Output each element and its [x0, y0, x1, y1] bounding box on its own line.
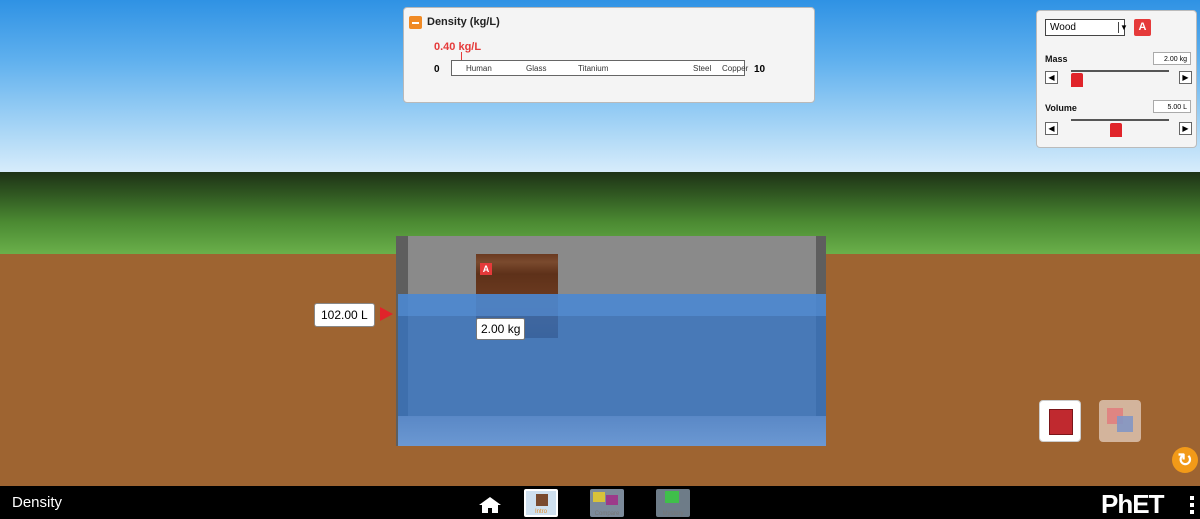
marker-glass: Glass	[526, 64, 547, 73]
sim-scene: A 2.00 kg 102.00 L Density (kg/L) 0.40 k…	[0, 0, 1200, 486]
intro-screen-button[interactable]: Intro	[524, 489, 558, 517]
dropdown-arrow-icon[interactable]: ▼	[1118, 22, 1129, 33]
phet-logo[interactable]: PhET	[1101, 491, 1164, 517]
mass-decrease-button[interactable]: ◀	[1045, 71, 1058, 84]
sim-title: Density	[12, 494, 63, 511]
density-panel: Density (kg/L) 0.40 kg/L 0 Human Glass T…	[403, 7, 815, 103]
mass-slider-track[interactable]	[1071, 70, 1169, 72]
volume-slider-thumb[interactable]	[1110, 123, 1123, 137]
density-scale: Human Glass Titanium Steel Copper	[451, 60, 749, 76]
compare-blocks-mode-button[interactable]	[1099, 400, 1141, 442]
compare-screen-button[interactable]: Compare	[590, 489, 624, 517]
collapse-icon[interactable]	[409, 16, 422, 29]
density-min: 0	[434, 64, 440, 75]
density-max: 10	[754, 64, 766, 75]
volume-slider-track[interactable]	[1071, 119, 1169, 121]
water-surface	[398, 294, 826, 316]
navigation-bar: Density Intro Compare Mystery PhET	[0, 486, 1200, 519]
intro-screen-label: Intro	[534, 509, 547, 515]
mystery-screen-button[interactable]: Mystery	[656, 489, 690, 517]
density-panel-title: Density (kg/L)	[427, 16, 500, 28]
volume-increase-button[interactable]: ▶	[1179, 122, 1192, 135]
pool-floor	[398, 416, 826, 446]
red-cube-icon	[1049, 409, 1073, 435]
volume-pointer-icon	[380, 307, 393, 321]
compare-screen-label: Compare	[594, 511, 620, 517]
block-mass-label: 2.00 kg	[476, 318, 526, 340]
volume-value: 5.00 L	[1153, 100, 1191, 113]
purple-block-icon	[606, 495, 618, 505]
single-block-mode-button[interactable]	[1039, 400, 1081, 442]
volume-decrease-button[interactable]: ◀	[1045, 122, 1058, 135]
volume-label: Volume	[1045, 103, 1077, 113]
marker-steel: Steel	[693, 64, 712, 73]
marker-titanium: Titanium	[578, 64, 609, 73]
material-select[interactable]: Wood ▼	[1045, 19, 1128, 36]
block-tag: A	[480, 263, 492, 275]
green-block-icon	[665, 491, 679, 503]
yellow-block-icon	[593, 492, 605, 502]
home-icon[interactable]	[479, 497, 501, 513]
marker-human: Human	[466, 64, 492, 73]
menu-icon[interactable]	[1190, 496, 1194, 514]
density-value: 0.40 kg/L	[434, 41, 482, 53]
mass-increase-button[interactable]: ▶	[1179, 71, 1192, 84]
block-a-badge: A	[1134, 19, 1151, 36]
material-select-value: Wood	[1050, 22, 1076, 33]
mass-label: Mass	[1045, 54, 1068, 64]
mass-value: 2.00 kg	[1153, 52, 1191, 65]
mystery-screen-label: Mystery	[662, 511, 684, 517]
intro-block-icon	[536, 494, 548, 506]
mass-slider-thumb[interactable]	[1070, 73, 1083, 87]
block-control-panel: Wood ▼ A Mass 2.00 kg ◀ ▶ Volume 5.00 L …	[1036, 10, 1197, 148]
reset-all-icon[interactable]: ↻	[1172, 447, 1198, 473]
water-volume-label: 102.00 L	[314, 303, 375, 327]
blue-cube-icon	[1117, 416, 1133, 432]
marker-copper: Copper	[722, 64, 749, 73]
